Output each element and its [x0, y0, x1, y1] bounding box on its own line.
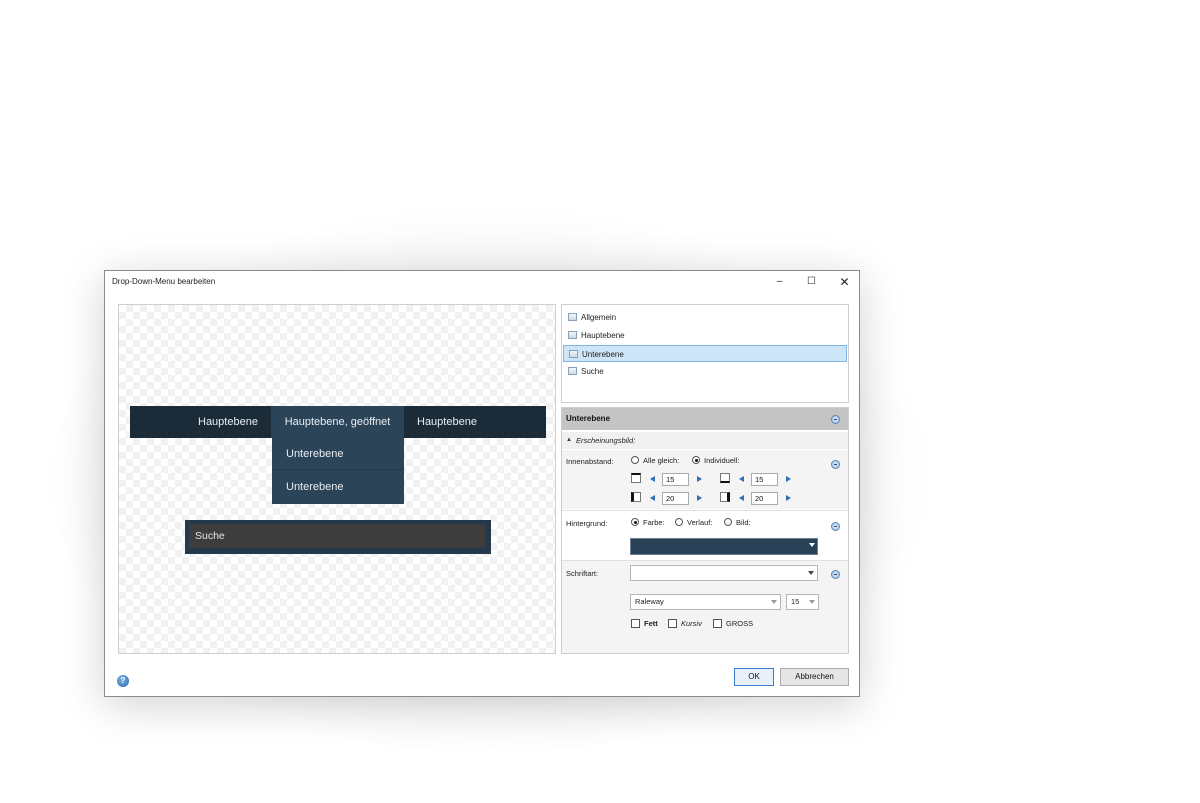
- background-image-radio[interactable]: [724, 518, 732, 526]
- category-item-allgemein[interactable]: Allgemein: [563, 309, 847, 326]
- bold-checkbox[interactable]: [631, 619, 640, 628]
- padding-label: Innenabstand:: [566, 457, 614, 466]
- category-item-hauptebene[interactable]: Hauptebene: [563, 327, 847, 344]
- padding-all-equal-radio[interactable]: [631, 456, 639, 464]
- padding-top-icon: [631, 473, 641, 483]
- background-color-label: Farbe:: [643, 518, 665, 527]
- preview-search-box: Suche: [185, 520, 491, 554]
- preview-sub-item: Unterebene: [286, 481, 344, 493]
- preview-main-item: Hauptebene: [417, 416, 477, 428]
- category-icon: [569, 350, 578, 358]
- category-label: Unterebene: [582, 350, 624, 359]
- chevron-down-icon: [771, 600, 777, 604]
- uppercase-checkbox[interactable]: [713, 619, 722, 628]
- settings-category-list: Allgemein Hauptebene Unterebene Suche: [561, 304, 849, 403]
- category-label: Hauptebene: [581, 331, 625, 340]
- category-item-suche[interactable]: Suche: [563, 363, 847, 380]
- section-appearance[interactable]: ▲ Erscheinungsbild:: [562, 432, 848, 449]
- reset-icon[interactable]: [831, 570, 840, 579]
- padding-bottom-icon: [720, 473, 730, 483]
- background-color-radio[interactable]: [631, 518, 639, 526]
- uppercase-label: GROSS: [726, 619, 754, 628]
- decrease-arrow-icon[interactable]: [739, 495, 744, 501]
- background-color-picker[interactable]: [630, 538, 818, 555]
- font-family-select[interactable]: Raleway: [630, 594, 781, 610]
- font-preset-select[interactable]: [630, 565, 818, 581]
- category-label: Allgemein: [581, 313, 617, 322]
- increase-arrow-icon[interactable]: [786, 476, 791, 482]
- help-icon[interactable]: ?: [117, 675, 129, 687]
- reset-icon[interactable]: [831, 522, 840, 531]
- padding-right-icon: [720, 492, 730, 502]
- increase-arrow-icon[interactable]: [697, 495, 702, 501]
- italic-label: Kursiv: [681, 619, 702, 628]
- preview-search-field: Suche: [189, 524, 485, 548]
- italic-checkbox[interactable]: [668, 619, 677, 628]
- preview-sub-item: Unterebene: [272, 438, 404, 470]
- title-bar: Drop-Down-Menu bearbeiten – ☐ ✕: [105, 271, 859, 295]
- ok-button[interactable]: OK: [734, 668, 774, 686]
- decrease-arrow-icon[interactable]: [650, 476, 655, 482]
- preview-main-item-open: Hauptebene, geöffnet: [271, 406, 404, 438]
- divider: [562, 510, 848, 511]
- padding-left-input[interactable]: 20: [662, 492, 689, 505]
- properties-header: Unterebene: [562, 408, 848, 430]
- menu-preview: Hauptebene Hauptebene, geöffnet Hauptebe…: [118, 304, 556, 654]
- decrease-arrow-icon[interactable]: [650, 495, 655, 501]
- preview-menubar: Hauptebene Hauptebene, geöffnet Hauptebe…: [130, 406, 546, 438]
- increase-arrow-icon[interactable]: [697, 476, 702, 482]
- properties-panel: Unterebene ▲ Erscheinungsbild: Innenabst…: [561, 407, 849, 654]
- category-item-unterebene[interactable]: Unterebene: [563, 345, 847, 362]
- chevron-down-icon: [809, 600, 815, 604]
- font-family-value: Raleway: [635, 597, 664, 606]
- chevron-down-icon: [809, 543, 815, 547]
- background-gradient-label: Verlauf:: [687, 518, 713, 527]
- padding-individual-label: Individuell:: [704, 456, 740, 465]
- font-label: Schriftart:: [566, 569, 599, 578]
- category-icon: [568, 313, 577, 321]
- properties-title: Unterebene: [566, 414, 611, 423]
- chevron-down-icon: [808, 571, 814, 575]
- reset-icon[interactable]: [831, 460, 840, 469]
- padding-top-input[interactable]: 15: [662, 473, 689, 486]
- decrease-arrow-icon[interactable]: [739, 476, 744, 482]
- preview-submenu: Unterebene Unterebene: [272, 438, 404, 504]
- cancel-button[interactable]: Abbrechen: [780, 668, 849, 686]
- expand-arrow-icon: ▲: [566, 437, 572, 443]
- padding-all-equal-label: Alle gleich:: [643, 456, 680, 465]
- maximize-button[interactable]: ☐: [796, 271, 827, 293]
- font-size-value: 15: [791, 597, 800, 606]
- padding-bottom-input[interactable]: 15: [751, 473, 778, 486]
- padding-left-icon: [631, 492, 641, 502]
- dropdown-menu-editor-dialog: Drop-Down-Menu bearbeiten – ☐ ✕ Hauptebe…: [104, 270, 860, 697]
- increase-arrow-icon[interactable]: [786, 495, 791, 501]
- category-icon: [568, 331, 577, 339]
- preview-main-item: Hauptebene: [198, 416, 258, 428]
- category-label: Suche: [581, 367, 604, 376]
- background-image-label: Bild:: [736, 518, 751, 527]
- close-button[interactable]: ✕: [829, 271, 860, 293]
- padding-individual-radio[interactable]: [692, 456, 700, 464]
- background-label: Hintergrund:: [566, 519, 608, 528]
- category-icon: [568, 367, 577, 375]
- section-title: Erscheinungsbild:: [576, 436, 636, 445]
- bold-label: Fett: [644, 619, 658, 628]
- collapse-icon[interactable]: [831, 415, 840, 424]
- padding-right-input[interactable]: 20: [751, 492, 778, 505]
- font-size-select[interactable]: 15: [786, 594, 819, 610]
- minimize-button[interactable]: –: [764, 271, 795, 293]
- background-gradient-radio[interactable]: [675, 518, 683, 526]
- window-title: Drop-Down-Menu bearbeiten: [112, 277, 216, 286]
